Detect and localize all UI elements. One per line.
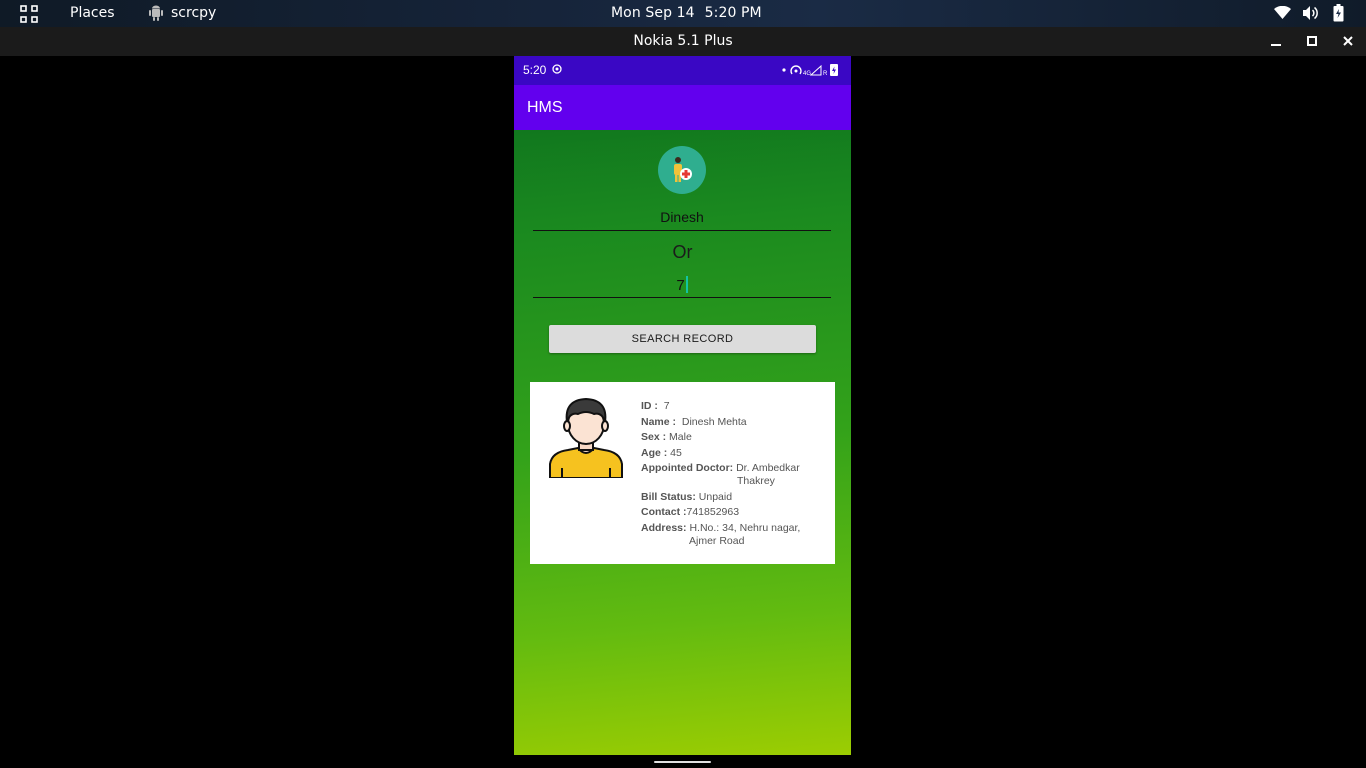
patient-id-value: 7	[676, 277, 685, 294]
app-grid-icon[interactable]	[20, 5, 38, 23]
places-menu[interactable]: Places	[70, 5, 115, 21]
app-title: HMS	[527, 99, 563, 116]
detail-age: Age : 45	[641, 446, 682, 459]
detail-contact: Contact :741852963	[641, 506, 740, 518]
patient-id-input[interactable]: 7	[533, 276, 831, 298]
system-top-bar: Places scrcpy Mon Sep 14 5:20 PM	[0, 0, 1366, 27]
detail-name: Name : Dinesh Mehta	[641, 415, 747, 428]
window-title: Nokia 5.1 Plus	[633, 33, 733, 49]
detail-sex: Sex : Male	[641, 431, 692, 443]
search-record-button[interactable]: SEARCH RECORD	[549, 325, 816, 353]
detail-bill-status: Bill Status: Unpaid	[641, 490, 733, 503]
status-icons: 4G R	[782, 64, 838, 77]
text-cursor	[685, 276, 688, 293]
svg-text:4G: 4G	[803, 71, 811, 77]
detail-address: Address: H.No.: 34, Nehru nagar,	[641, 521, 801, 534]
status-time: 5:20	[523, 63, 547, 77]
patient-record-card: ID : 7 Name : Dinesh Mehta Sex : Male Ag…	[530, 382, 835, 564]
detail-doctor: Appointed Doctor: Dr. Ambedkar	[641, 462, 800, 474]
wifi-icon[interactable]	[1274, 6, 1291, 20]
detail-doctor-cont: Thakrey	[737, 475, 775, 487]
volume-icon[interactable]	[1302, 5, 1319, 21]
android-icon	[149, 5, 163, 21]
clock[interactable]: Mon Sep 14 5:20 PM	[611, 5, 762, 21]
app-toolbar: HMS	[514, 85, 851, 130]
phone-screen: 5:20 4G R HMS Dinesh Or 7 SEARCH RECORD	[514, 56, 851, 755]
patient-avatar-icon	[549, 397, 623, 478]
active-app-menu[interactable]: scrcpy	[171, 5, 216, 21]
window-title-bar[interactable]: Nokia 5.1 Plus	[0, 27, 1366, 56]
clock-date: Mon Sep 14	[611, 5, 695, 21]
patient-name-input[interactable]: Dinesh	[533, 209, 831, 231]
detail-id: ID : 7	[641, 400, 670, 412]
maximize-icon[interactable]	[1305, 34, 1319, 48]
home-indicator	[654, 761, 711, 763]
or-label: Or	[672, 242, 693, 262]
detail-address-cont: Ajmer Road	[689, 534, 745, 547]
svg-text:R: R	[823, 71, 828, 77]
clock-time: 5:20 PM	[704, 5, 762, 21]
battery-icon[interactable]	[1333, 4, 1344, 22]
close-icon[interactable]	[1341, 34, 1355, 48]
sync-icon	[552, 64, 562, 74]
minimize-icon[interactable]	[1269, 34, 1283, 48]
android-status-bar: 5:20 4G R	[514, 56, 851, 85]
hospital-patient-icon	[658, 146, 706, 194]
